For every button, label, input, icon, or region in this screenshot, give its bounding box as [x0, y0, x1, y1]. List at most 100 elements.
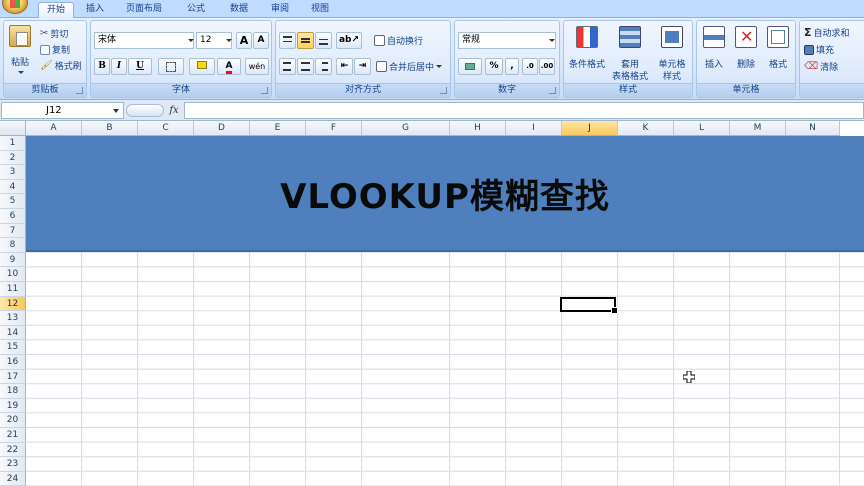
column-header-l[interactable]: L	[674, 121, 730, 136]
underline-button[interactable]: U	[128, 58, 152, 75]
row-header-11[interactable]: 11	[0, 282, 26, 297]
increase-indent-button[interactable]: ⇥	[354, 58, 371, 75]
fill-button[interactable]: 填充	[804, 43, 834, 56]
column-header-n[interactable]: N	[786, 121, 840, 136]
column-header-m[interactable]: M	[730, 121, 786, 136]
number-format-select[interactable]: 常规	[458, 32, 556, 49]
italic-button[interactable]: I	[111, 58, 127, 75]
phonetic-button[interactable]: wén	[245, 58, 269, 75]
row-header-21[interactable]: 21	[0, 428, 26, 443]
sigma-icon: Σ	[804, 26, 812, 39]
conditional-format-button[interactable]: 条件格式	[566, 23, 608, 81]
tab-home[interactable]: 开始	[38, 2, 74, 19]
row-header-15[interactable]: 15	[0, 340, 26, 355]
column-header-j[interactable]: J	[562, 121, 618, 136]
paste-button[interactable]: 粘贴	[7, 23, 33, 81]
row-header-18[interactable]: 18	[0, 384, 26, 399]
column-header-g[interactable]: G	[362, 121, 450, 136]
title-banner[interactable]: VLOOKUP模糊查找	[26, 136, 864, 252]
align-left-button[interactable]	[279, 58, 296, 75]
row-header-4[interactable]: 4	[0, 179, 26, 195]
dialog-launcher-icon[interactable]	[549, 87, 556, 94]
chevron-down-icon	[113, 109, 119, 113]
name-box[interactable]: J12	[1, 102, 124, 119]
row-header-13[interactable]: 13	[0, 311, 26, 326]
insert-function-icon[interactable]: fx	[166, 103, 182, 118]
row-header-16[interactable]: 16	[0, 355, 26, 370]
align-bottom-button[interactable]	[315, 32, 332, 49]
row-header-6[interactable]: 6	[0, 209, 26, 224]
row-header-14[interactable]: 14	[0, 325, 26, 341]
format-cells-button[interactable]: 格式	[763, 23, 793, 81]
row-header-23[interactable]: 23	[0, 457, 26, 472]
cut-button[interactable]: ✂ 剪切	[40, 27, 68, 40]
format-painter-button[interactable]: 🖌 格式刷	[40, 59, 82, 72]
comma-button[interactable]: ,	[505, 58, 519, 75]
insert-cells-button[interactable]: 插入	[699, 23, 729, 81]
column-header-k[interactable]: K	[618, 121, 674, 136]
column-header-b[interactable]: B	[82, 121, 138, 136]
align-top-button[interactable]	[279, 32, 296, 49]
fill-color-button[interactable]	[189, 58, 215, 75]
increase-decimal-button[interactable]: .0	[522, 58, 538, 75]
row-header-19[interactable]: 19	[0, 398, 26, 414]
row-header-17[interactable]: 17	[0, 369, 26, 385]
merge-center-button[interactable]: 合并后居中	[376, 60, 443, 73]
row-header-2[interactable]: 2	[0, 150, 26, 166]
decrease-decimal-button[interactable]: .00	[539, 58, 555, 75]
row-header-3[interactable]: 3	[0, 165, 26, 180]
row-header-5[interactable]: 5	[0, 194, 26, 209]
column-header-f[interactable]: F	[306, 121, 362, 136]
active-cell-j12[interactable]	[560, 297, 618, 314]
cells-group-label: 单元格	[697, 83, 795, 97]
row-header-9[interactable]: 9	[0, 252, 26, 268]
formula-bar-resize-handle[interactable]	[126, 104, 164, 117]
row-header-8[interactable]: 8	[0, 238, 26, 253]
decrease-indent-button[interactable]: ⇤	[336, 58, 353, 75]
column-header-c[interactable]: C	[138, 121, 194, 136]
row-header-24[interactable]: 24	[0, 471, 26, 486]
tab-view[interactable]: 视图	[302, 2, 338, 18]
accounting-format-button[interactable]	[458, 58, 482, 75]
grow-font-button[interactable]: A	[236, 32, 252, 49]
align-middle-button[interactable]	[297, 32, 314, 49]
row-header-7[interactable]: 7	[0, 223, 26, 239]
row-header-1[interactable]: 1	[0, 136, 26, 151]
select-all-corner[interactable]	[0, 121, 26, 136]
row-header-12[interactable]: 12	[0, 296, 26, 312]
column-header-e[interactable]: E	[250, 121, 306, 136]
bold-button[interactable]: B	[94, 58, 110, 75]
tab-page-layout[interactable]: 页面布局	[116, 2, 172, 18]
copy-button[interactable]: 复制	[40, 43, 70, 56]
autosum-button[interactable]: Σ 自动求和	[804, 26, 850, 39]
row-header-10[interactable]: 10	[0, 267, 26, 282]
delete-cells-button[interactable]: ✕ 删除	[731, 23, 761, 81]
row-header-22[interactable]: 22	[0, 442, 26, 458]
column-header-i[interactable]: I	[506, 121, 562, 136]
office-button[interactable]	[2, 0, 28, 14]
shrink-font-button[interactable]: A	[253, 32, 269, 49]
tab-data[interactable]: 数据	[220, 2, 258, 18]
tab-insert[interactable]: 插入	[78, 2, 112, 18]
font-color-button[interactable]: A	[217, 58, 241, 75]
dialog-launcher-icon[interactable]	[261, 87, 268, 94]
row-header-20[interactable]: 20	[0, 413, 26, 428]
align-center-button[interactable]	[297, 58, 314, 75]
formula-input[interactable]	[184, 102, 864, 119]
wrap-text-button[interactable]: 自动换行	[374, 34, 423, 47]
tab-formulas[interactable]: 公式	[176, 2, 216, 18]
dialog-launcher-icon[interactable]	[76, 87, 83, 94]
dialog-launcher-icon[interactable]	[440, 87, 447, 94]
column-header-h[interactable]: H	[450, 121, 506, 136]
tab-review[interactable]: 审阅	[262, 2, 298, 18]
column-header-d[interactable]: D	[194, 121, 250, 136]
font-family-select[interactable]: 宋体	[94, 32, 194, 49]
format-as-table-button[interactable]: 套用 表格格式	[610, 23, 650, 82]
clear-button[interactable]: ⌫ 清除	[804, 60, 838, 73]
borders-button[interactable]	[158, 58, 184, 75]
align-right-button[interactable]	[315, 58, 332, 75]
cell-styles-button[interactable]: 单元格 样式	[652, 23, 692, 82]
percent-button[interactable]: %	[485, 58, 503, 75]
column-header-a[interactable]: A	[26, 121, 82, 136]
orientation-button[interactable]: ab↗	[336, 32, 362, 49]
